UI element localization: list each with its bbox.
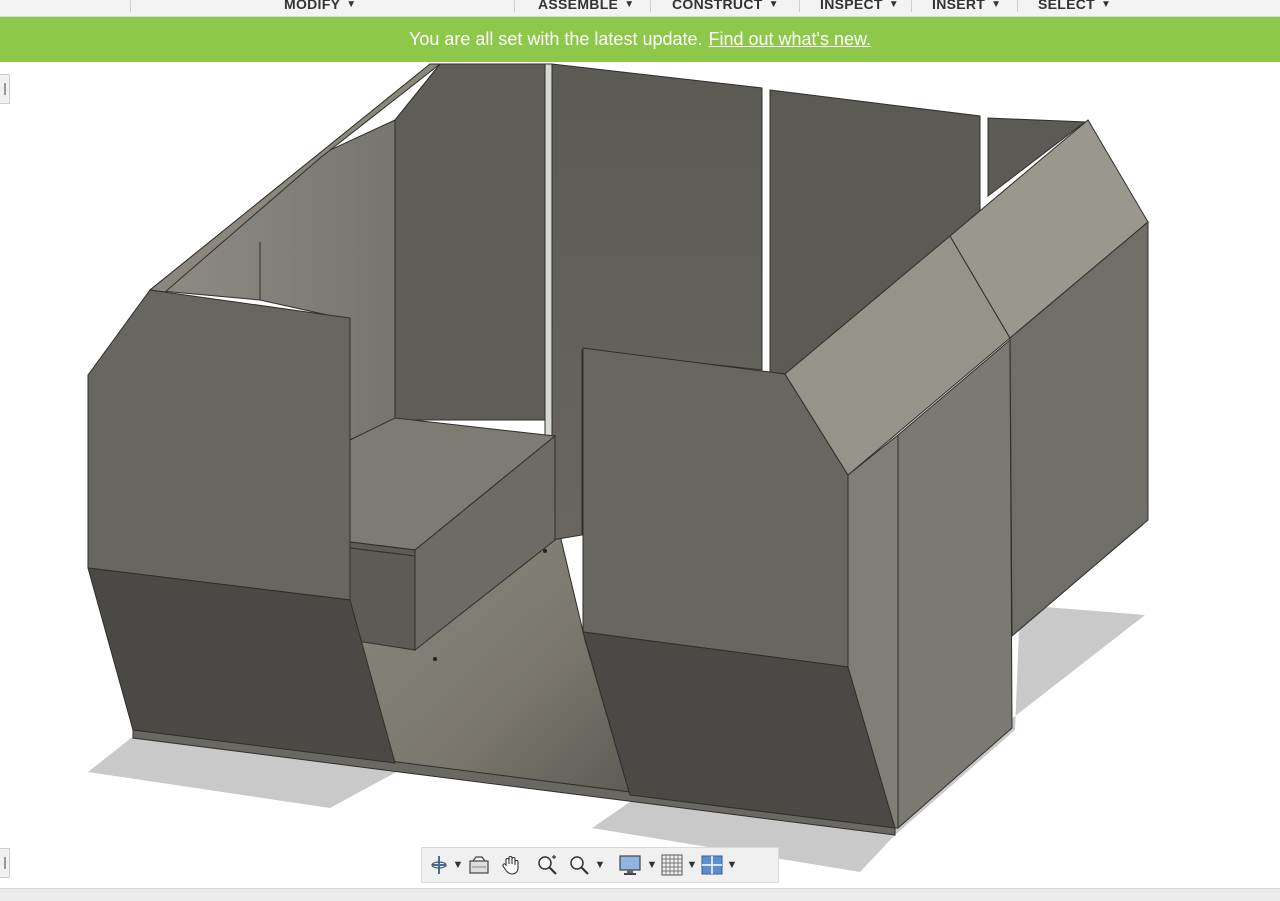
chevron-down-icon[interactable]: ▼ [686,859,698,871]
menu-construct[interactable]: CONSTRUCT ▼ [672,0,779,14]
chevron-down-icon[interactable]: ▼ [452,859,464,871]
menu-assemble[interactable]: ASSEMBLE ▼ [538,0,634,14]
navigation-bar: ▼ ▼ ▼ ▼ ▼ [421,847,779,883]
chevron-down-icon: ▼ [624,0,635,10]
banner-message: You are all set with the latest update. [408,29,703,49]
chevron-down-icon: ▼ [768,0,779,10]
chevron-down-icon[interactable]: ▼ [726,859,738,871]
menu-insert-label: INSERT [932,0,986,12]
update-banner: You are all set with the latest update. … [0,17,1280,62]
menu-construct-label: CONSTRUCT [672,0,763,12]
fit-icon[interactable] [566,851,592,879]
toolbar-separator [911,0,912,12]
comments-panel-handle[interactable] [0,848,10,878]
toolbar-separator [799,0,800,12]
menu-modify[interactable]: MODIFY ▼ [284,0,356,14]
chevron-down-icon[interactable]: ▼ [646,859,658,871]
menu-inspect-label: INSPECT [820,0,883,12]
menu-insert[interactable]: INSERT ▼ [932,0,1001,14]
menu-assemble-label: ASSEMBLE [538,0,619,12]
toolbar-separator [130,0,131,12]
model-viewport[interactable] [0,62,1280,888]
chevron-down-icon: ▼ [991,0,1002,10]
menu-select[interactable]: SELECT ▼ [1038,0,1111,14]
display-settings-icon[interactable] [616,851,644,879]
left-front-block [87,289,396,764]
pan-icon[interactable] [494,851,528,879]
orbit-icon[interactable] [428,851,450,879]
top-toolbar: MODIFY ▼ ASSEMBLE ▼ CONSTRUCT ▼ INSPECT … [0,0,1280,17]
zoom-icon[interactable] [530,851,564,879]
status-bar [0,888,1280,901]
toolbar-separator [650,0,651,12]
chevron-down-icon: ▼ [346,0,357,10]
menu-select-label: SELECT [1038,0,1096,12]
toolbar-separator [514,0,515,12]
3d-model-canvas[interactable] [0,62,1280,888]
whats-new-link[interactable]: Find out what's new. [709,29,872,50]
grid-icon[interactable] [660,851,684,879]
chevron-down-icon: ▼ [888,0,899,10]
look-at-icon[interactable] [466,851,492,879]
right-front-block [582,338,1013,830]
chevron-down-icon: ▼ [1101,0,1112,10]
toolbar-separator [1017,0,1018,12]
viewports-icon[interactable] [700,851,724,879]
menu-inspect[interactable]: INSPECT ▼ [820,0,899,14]
browser-panel-handle[interactable] [0,74,10,104]
chevron-down-icon[interactable]: ▼ [594,859,606,871]
menu-modify-label: MODIFY [284,0,341,12]
